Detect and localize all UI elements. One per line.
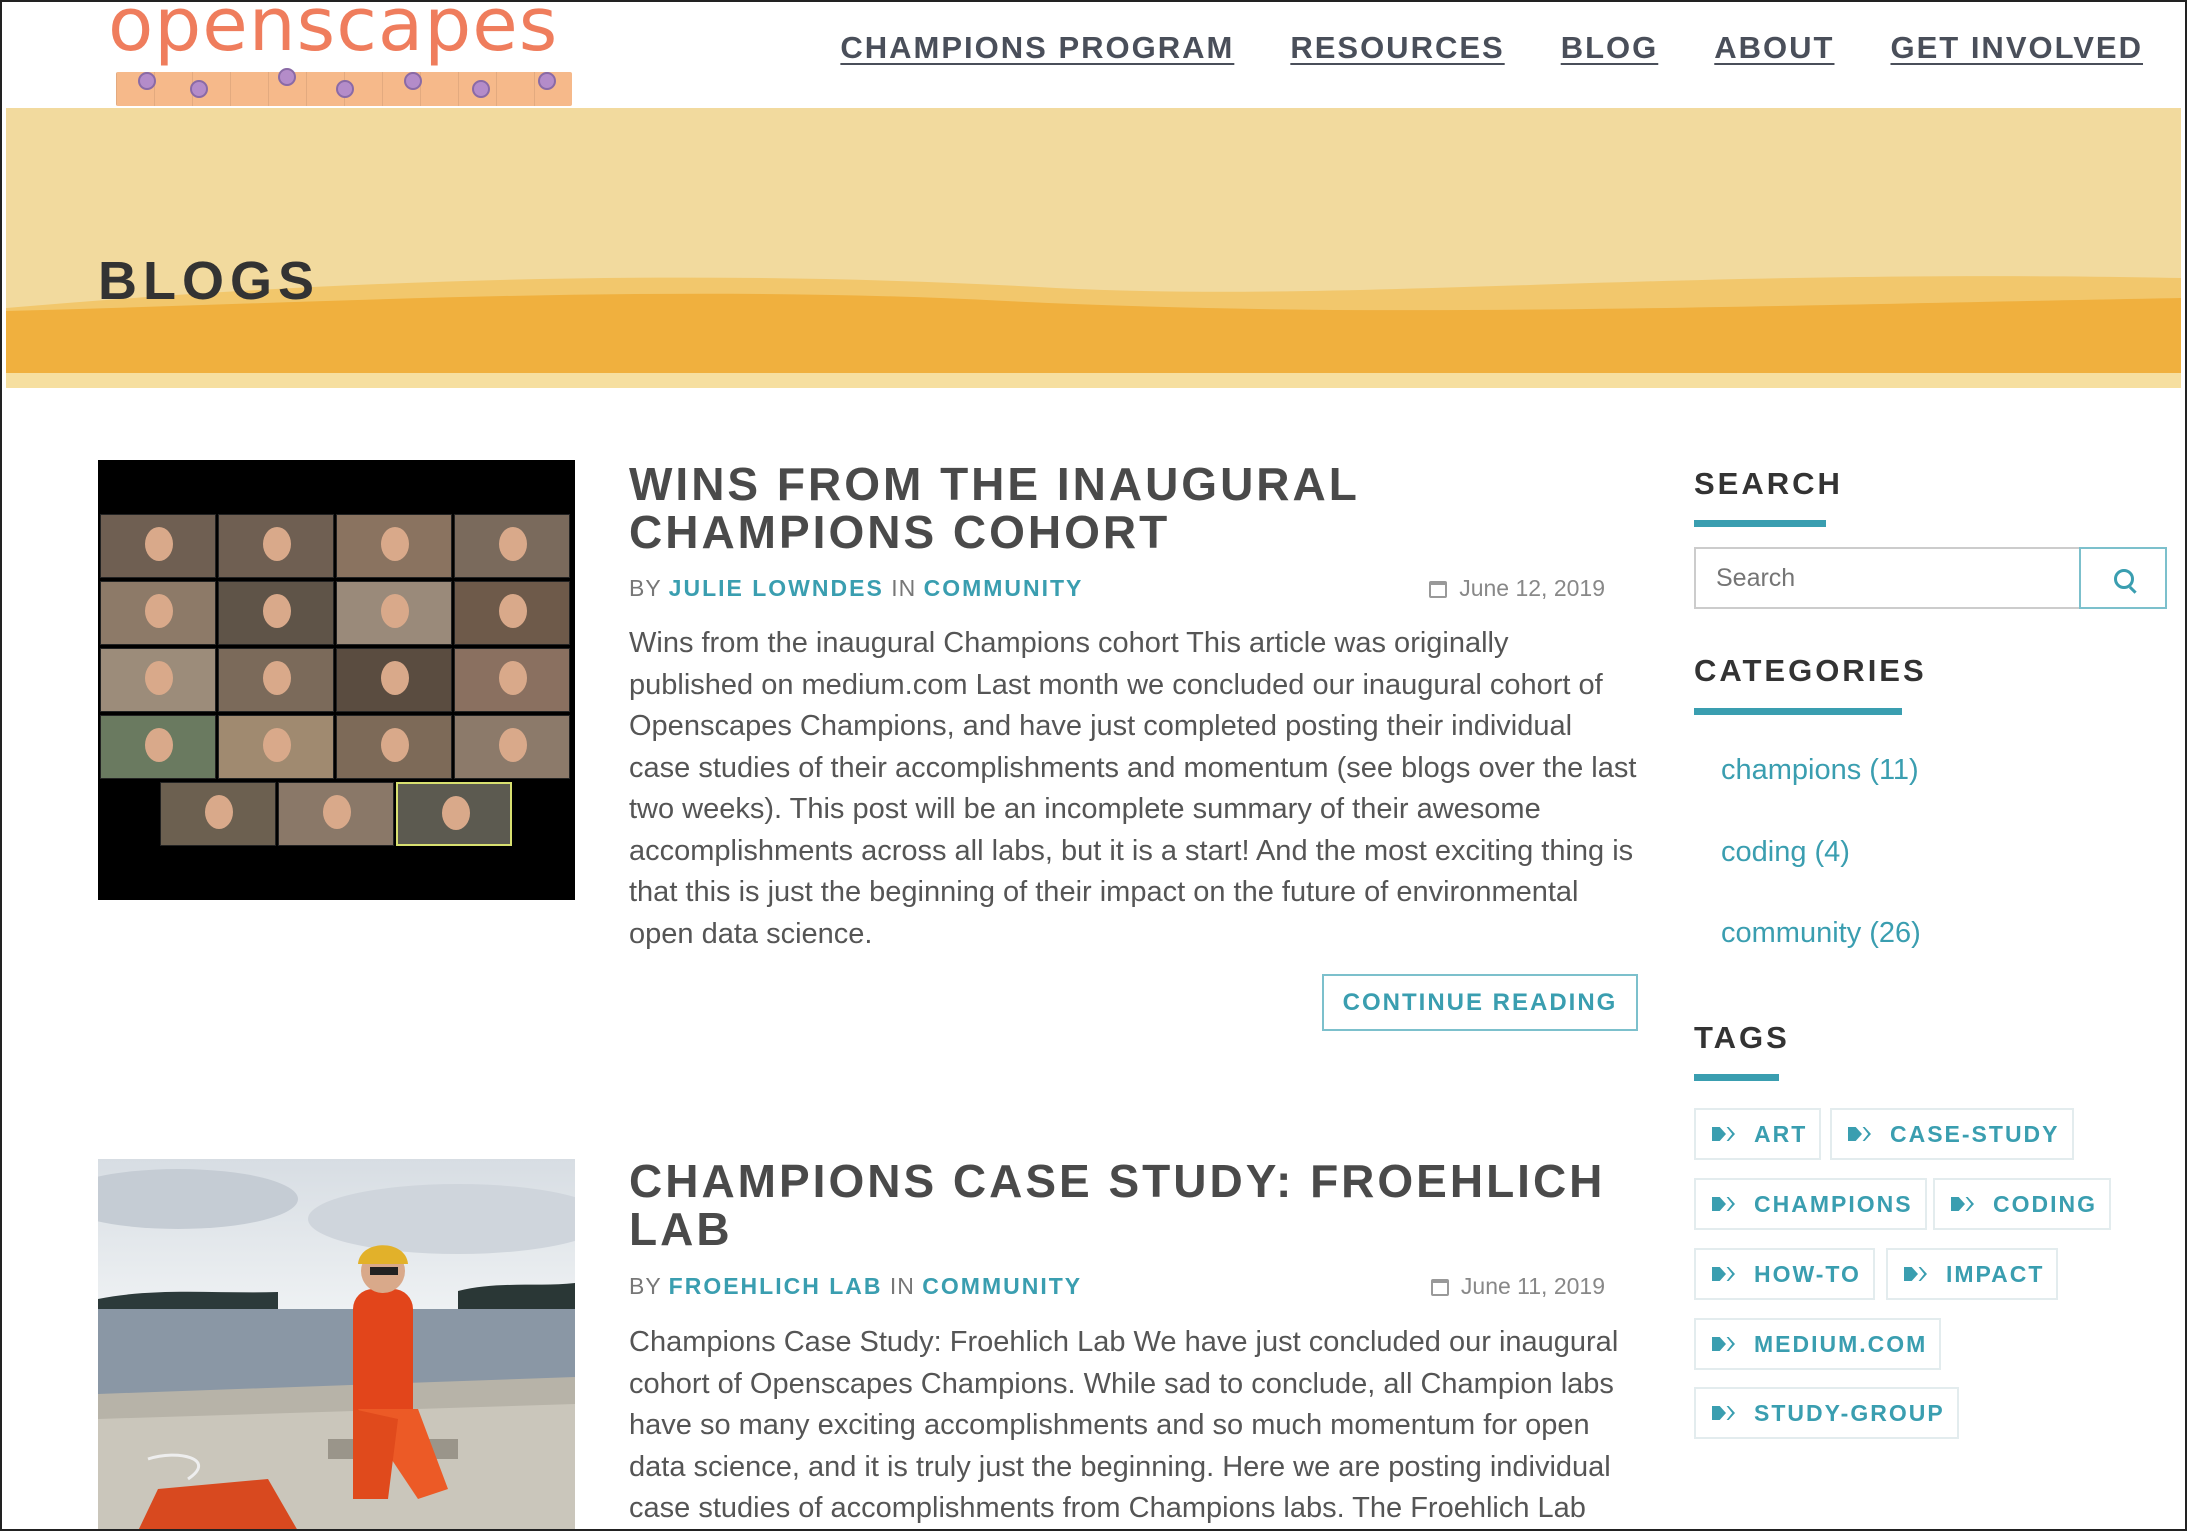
category-link-champions[interactable]: champions (11) bbox=[1721, 754, 1919, 787]
tag-label: CODING bbox=[1993, 1190, 2097, 1217]
logo-flower bbox=[404, 72, 422, 90]
tag-medium-com[interactable]: MEDIUM.COM bbox=[1694, 1318, 1942, 1370]
tag-label: IMPACT bbox=[1946, 1260, 2045, 1287]
post-thumbnail-boat[interactable] bbox=[98, 1159, 575, 1531]
tags-icon bbox=[1848, 1125, 1874, 1143]
category-link-community[interactable]: community (26) bbox=[1721, 917, 1921, 950]
logo-flower bbox=[278, 68, 296, 86]
category-link-coding[interactable]: coding (4) bbox=[1721, 836, 1850, 869]
meta-in: IN bbox=[889, 1273, 915, 1299]
post-category-link[interactable]: COMMUNITY bbox=[924, 575, 1084, 601]
post-date-text: June 11, 2019 bbox=[1460, 1273, 1605, 1299]
tags-heading: TAGS bbox=[1694, 1020, 1790, 1055]
post-author-link[interactable]: JULIE LOWNDES bbox=[669, 575, 884, 601]
heading-underline bbox=[1694, 520, 1826, 527]
nav-champions-program[interactable]: CHAMPIONS PROGRAM bbox=[840, 30, 1234, 66]
nav-about[interactable]: ABOUT bbox=[1714, 30, 1834, 66]
search-icon bbox=[2114, 569, 2134, 589]
tag-label: CASE-STUDY bbox=[1890, 1120, 2060, 1147]
zoom-grid-image bbox=[100, 514, 573, 850]
tag-art[interactable]: ART bbox=[1694, 1108, 1822, 1160]
continue-reading-button[interactable]: CONTINUE READING bbox=[1322, 974, 1638, 1031]
tag-label: HOW-TO bbox=[1754, 1260, 1861, 1287]
nav-get-involved[interactable]: GET INVOLVED bbox=[1890, 30, 2143, 66]
boat-photo bbox=[98, 1159, 575, 1531]
tags-icon bbox=[1712, 1125, 1738, 1143]
nav-blog[interactable]: BLOG bbox=[1561, 30, 1659, 66]
post-excerpt: Champions Case Study: Froehlich Lab We h… bbox=[629, 1326, 1619, 1524]
tag-label: MEDIUM.COM bbox=[1754, 1330, 1928, 1357]
heading-underline bbox=[1694, 1074, 1779, 1081]
tag-case-study[interactable]: CASE-STUDY bbox=[1830, 1108, 2074, 1160]
tag-champions[interactable]: CHAMPIONS bbox=[1694, 1178, 1927, 1230]
search-form bbox=[1694, 547, 2167, 609]
meta-by: BY bbox=[629, 1273, 662, 1299]
tag-label: CHAMPIONS bbox=[1754, 1190, 1913, 1217]
tags-icon bbox=[1951, 1195, 1977, 1213]
post-category-link[interactable]: COMMUNITY bbox=[922, 1273, 1082, 1299]
tags-icon bbox=[1904, 1265, 1930, 1283]
logo-text: openscapes bbox=[108, 0, 559, 68]
search-input[interactable] bbox=[1696, 549, 2079, 607]
tag-impact[interactable]: IMPACT bbox=[1886, 1248, 2059, 1300]
post-date: June 11, 2019 bbox=[1430, 1273, 1605, 1300]
main-nav: CHAMPIONS PROGRAM RESOURCES BLOG ABOUT G… bbox=[840, 30, 2143, 66]
tags-icon bbox=[1712, 1404, 1738, 1422]
post-thumbnail-zoom-call[interactable] bbox=[98, 460, 575, 900]
calendar-icon bbox=[1429, 581, 1448, 598]
tag-label: STUDY-GROUP bbox=[1754, 1399, 1945, 1426]
calendar-icon bbox=[1430, 1279, 1449, 1296]
post-date-text: June 12, 2019 bbox=[1459, 575, 1605, 601]
post-title[interactable]: WINS FROM THE INAUGURAL CHAMPIONS COHORT bbox=[629, 460, 1629, 556]
search-heading: SEARCH bbox=[1694, 466, 1843, 501]
search-button[interactable] bbox=[2079, 547, 2167, 609]
post-title[interactable]: CHAMPIONS CASE STUDY: FROEHLICH LAB bbox=[629, 1157, 1629, 1253]
page-title: BLOGS bbox=[98, 251, 321, 312]
tags-icon bbox=[1712, 1265, 1738, 1283]
tag-label: ART bbox=[1754, 1120, 1808, 1147]
post-meta: BY JULIE LOWNDES IN COMMUNITY June 12, 2… bbox=[629, 575, 1605, 602]
tag-how-to[interactable]: HOW-TO bbox=[1694, 1248, 1875, 1300]
site-header: openscapes CHAMPIONS PROGRAM RESOURCES B… bbox=[0, 0, 2187, 108]
page-banner: BLOGS bbox=[6, 108, 2181, 388]
tag-coding[interactable]: CODING bbox=[1933, 1178, 2111, 1230]
logo-flower bbox=[538, 72, 556, 90]
post-date: June 12, 2019 bbox=[1429, 575, 1605, 602]
logo-flower bbox=[138, 72, 156, 90]
site-logo[interactable]: openscapes bbox=[98, 0, 578, 106]
heading-underline bbox=[1694, 708, 1902, 715]
banner-wave bbox=[6, 276, 2181, 388]
logo-flower bbox=[472, 80, 490, 98]
tags-icon bbox=[1712, 1335, 1738, 1353]
logo-flower bbox=[190, 80, 208, 98]
post-author-link[interactable]: FROEHLICH LAB bbox=[669, 1273, 883, 1299]
logo-flower bbox=[336, 80, 354, 98]
tags-icon bbox=[1712, 1195, 1738, 1213]
post-excerpt: Wins from the inaugural Champions cohort… bbox=[629, 627, 1637, 950]
post-meta: BY FROEHLICH LAB IN COMMUNITY June 11, 2… bbox=[629, 1273, 1605, 1300]
meta-by: BY bbox=[629, 575, 662, 601]
tag-study-group[interactable]: STUDY-GROUP bbox=[1694, 1387, 1959, 1439]
nav-resources[interactable]: RESOURCES bbox=[1290, 30, 1504, 66]
meta-in: IN bbox=[891, 575, 917, 601]
categories-heading: CATEGORIES bbox=[1694, 653, 1927, 688]
